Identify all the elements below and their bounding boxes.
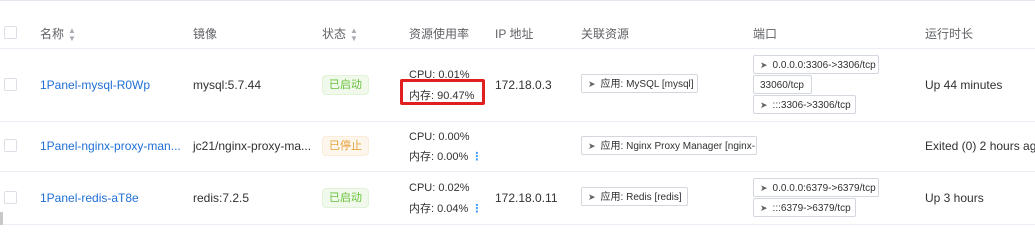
table-row: 1Panel-mysql-R0Wp mysql:5.7.44 已启动 CPU: … (0, 48, 1035, 122)
row-checkbox[interactable] (4, 139, 17, 152)
column-header-state-label: 状态 (322, 27, 347, 41)
more-vertical-icon[interactable]: ⋮ (471, 151, 482, 163)
ip-address: 172.18.0.3 (495, 78, 552, 92)
port-label: 0.0.0.0:3306->3306/tcp (772, 60, 876, 71)
container-name-link[interactable]: 1Panel-mysql-R0Wp (40, 78, 150, 92)
scrollbar-edge[interactable] (0, 212, 3, 225)
uptime: Up 3 hours (925, 191, 984, 205)
port-label: :::6379->6379/tcp (772, 203, 851, 214)
port-button[interactable]: ➤:::6379->6379/tcp (753, 198, 856, 217)
related-app-button[interactable]: ➤ 应用: Nginx Proxy Manager [nginx- (581, 136, 757, 155)
send-arrow-icon: ➤ (760, 183, 768, 193)
column-header-ip: IP 地址 (495, 27, 534, 41)
table-row: 1Panel-redis-aT8e redis:7.2.5 已启动 CPU: 0… (0, 171, 1035, 225)
memory-usage-text: 内存: 0.04% (409, 203, 469, 215)
send-arrow-icon: ➤ (588, 141, 596, 151)
port-label: :::3306->3306/tcp (772, 100, 851, 111)
port-label: 33060/tcp (760, 80, 804, 91)
column-header-name-label: 名称 (40, 27, 65, 41)
related-app-button[interactable]: ➤ 应用: Redis [redis] (581, 187, 688, 206)
related-app-label: 应用: Nginx Proxy Manager [nginx- (600, 141, 756, 152)
column-header-image: 镜像 (193, 27, 218, 41)
status-badge: 已停止 (322, 136, 369, 156)
memory-highlight-box (400, 79, 485, 105)
ip-address: 172.18.0.11 (495, 191, 558, 205)
container-name-link[interactable]: 1Panel-redis-aT8e (40, 191, 139, 205)
port-label: 0.0.0.0:6379->6379/tcp (772, 183, 876, 194)
status-badge: 已启动 (322, 75, 369, 95)
send-arrow-icon: ➤ (760, 60, 768, 70)
cpu-usage: CPU: 0.00% (409, 131, 470, 143)
row-checkbox[interactable] (4, 78, 17, 91)
sort-caret-icon[interactable]: ▲ ▼ (350, 26, 358, 43)
status-badge: 已启动 (322, 188, 369, 208)
send-arrow-icon: ➤ (760, 100, 768, 110)
column-header-state[interactable]: 状态 ▲ ▼ (322, 25, 358, 43)
image-name: jc21/nginx-proxy-ma... (193, 139, 312, 153)
memory-usage: 内存: 0.00% ⋮ (409, 148, 482, 164)
send-arrow-icon: ➤ (588, 79, 596, 89)
uptime: Exited (0) 2 hours ago (925, 139, 1035, 153)
table-row: 1Panel-nginx-proxy-man... jc21/nginx-pro… (0, 121, 1035, 172)
column-header-resource: 资源使用率 (409, 27, 470, 41)
send-arrow-icon: ➤ (760, 203, 768, 213)
more-vertical-icon[interactable]: ⋮ (471, 203, 482, 215)
column-header-uptime: 运行时长 (925, 27, 974, 41)
related-app-label: 应用: Redis [redis] (600, 192, 682, 203)
memory-usage: 内存: 0.04% ⋮ (409, 200, 482, 216)
image-name: mysql:5.7.44 (193, 78, 262, 92)
related-app-label: 应用: MySQL [mysql] (600, 79, 694, 90)
port-button[interactable]: ➤ 0.0.0.0:3306->3306/tcp (753, 55, 879, 74)
select-all-checkbox[interactable] (4, 26, 17, 39)
column-header-port: 端口 (753, 27, 778, 41)
cpu-usage: CPU: 0.02% (409, 182, 470, 194)
row-checkbox[interactable] (4, 191, 17, 204)
uptime: Up 44 minutes (925, 78, 1003, 92)
memory-usage-text: 内存: 0.00% (409, 151, 469, 163)
port-button[interactable]: ➤:::3306->3306/tcp (753, 95, 856, 114)
sort-caret-icon[interactable]: ▲ ▼ (68, 26, 76, 43)
container-name-link[interactable]: 1Panel-nginx-proxy-man... (40, 139, 181, 153)
send-arrow-icon: ➤ (588, 192, 596, 202)
column-header-related: 关联资源 (581, 27, 630, 41)
table-header: 名称 ▲ ▼ 镜像 状态 ▲ ▼ 资源使用率 IP 地址 关联资源 端口 运行时长 (0, 0, 1035, 49)
related-app-button[interactable]: ➤ 应用: MySQL [mysql] (581, 74, 698, 93)
port-button[interactable]: 33060/tcp (753, 75, 812, 94)
port-button[interactable]: ➤ 0.0.0.0:6379->6379/tcp (753, 178, 879, 197)
column-header-name[interactable]: 名称 ▲ ▼ (40, 25, 76, 43)
image-name: redis:7.2.5 (193, 191, 250, 205)
